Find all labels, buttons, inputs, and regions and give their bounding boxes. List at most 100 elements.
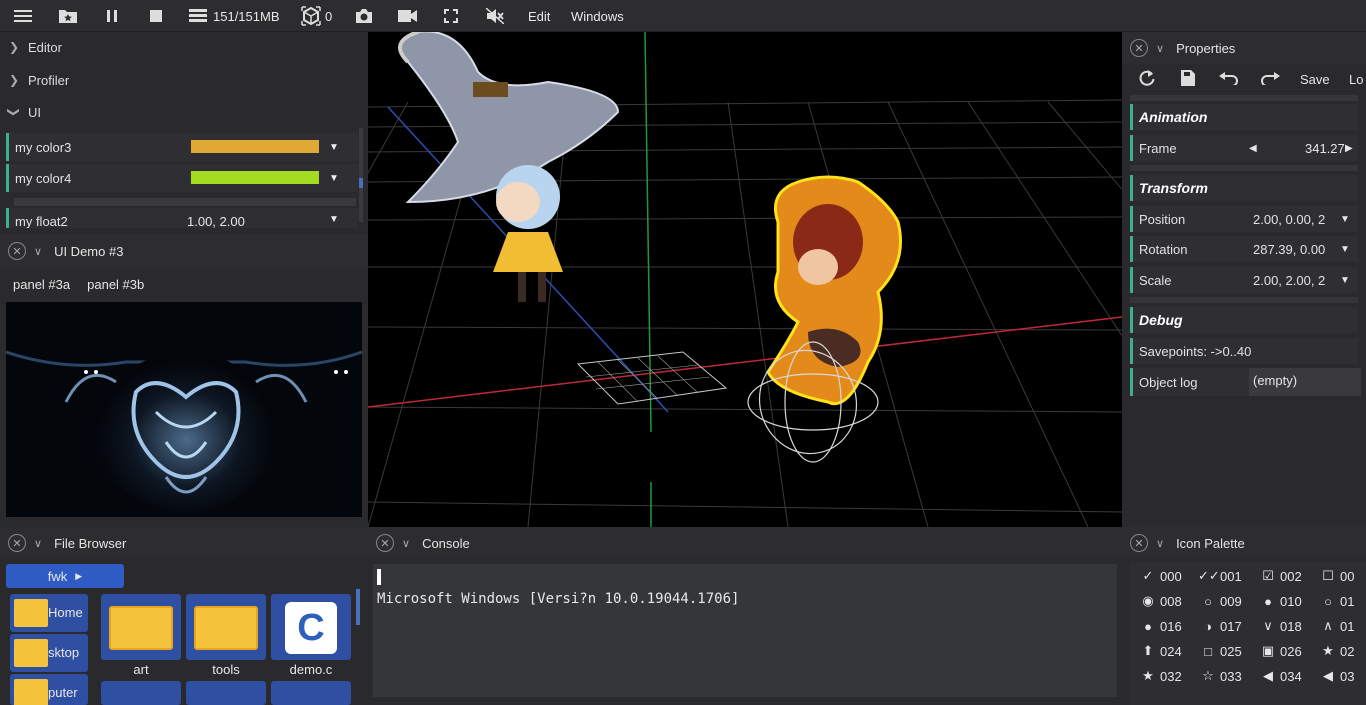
scrollbar[interactable]: [359, 128, 363, 222]
pause-icon[interactable]: [105, 0, 119, 32]
tab-panel-3b[interactable]: panel #3b: [87, 277, 144, 292]
tree-profiler[interactable]: ❯ Profiler: [0, 65, 368, 95]
load-button[interactable]: Lo: [1349, 72, 1363, 87]
palette-item[interactable]: ☐ 00: [1318, 565, 1354, 587]
chevron-down-icon[interactable]: ∨: [34, 537, 42, 550]
palette-item[interactable]: ◀ 034: [1258, 665, 1302, 687]
dropdown-caret-icon[interactable]: ▼: [329, 173, 339, 184]
place-desktop[interactable]: sktop: [10, 634, 88, 672]
close-icon[interactable]: ✕: [376, 534, 394, 552]
console-header: ✕ ∨ Console: [368, 527, 1122, 559]
place-home[interactable]: Home: [10, 594, 88, 632]
folder-star-icon: ★: [1322, 643, 1334, 658]
hamburger-menu-icon[interactable]: [14, 0, 32, 32]
palette-item[interactable]: ☑ 002: [1258, 565, 1302, 587]
dropdown-caret-icon[interactable]: ▼: [329, 142, 339, 153]
file-tools[interactable]: [186, 594, 266, 660]
console-output[interactable]: Microsoft Windows [Versi?n 10.0.19044.17…: [373, 564, 1117, 697]
section-animation[interactable]: Animation: [1130, 104, 1358, 130]
section-transform[interactable]: Transform: [1130, 175, 1358, 201]
palette-item[interactable]: ☆ 033: [1198, 665, 1242, 687]
redo-icon[interactable]: [1260, 71, 1280, 88]
prop-object-log: Object log (empty): [1130, 368, 1361, 396]
chevron-down-icon: ❯: [7, 106, 21, 118]
savepoints-text: Savepoints: ->0..40: [1139, 343, 1252, 359]
tab-panel-3a[interactable]: panel #3a: [13, 277, 70, 292]
palette-item[interactable]: ★ 02: [1318, 640, 1354, 662]
file-art[interactable]: [101, 594, 181, 660]
folder-outline-icon: □: [1204, 643, 1212, 659]
edit-menu[interactable]: Edit: [528, 0, 550, 32]
palette-item[interactable]: ✓ 000: [1138, 565, 1182, 587]
palette-item[interactable]: □ 025: [1198, 640, 1242, 662]
place-computer[interactable]: puter: [10, 674, 88, 705]
video-camera-icon[interactable]: [398, 0, 418, 32]
close-icon[interactable]: ✕: [8, 242, 26, 260]
divider: [1130, 297, 1358, 303]
file-item[interactable]: [101, 681, 181, 705]
dropdown-caret-icon[interactable]: ▼: [1340, 244, 1350, 255]
prop-label: Scale: [1139, 272, 1172, 288]
object-log-field[interactable]: (empty): [1249, 368, 1361, 396]
prop-value[interactable]: 1.00, 2.00: [187, 214, 245, 228]
section-title: Transform: [1139, 180, 1208, 196]
bookmark-folder-icon[interactable]: [58, 0, 78, 32]
camera-icon[interactable]: [355, 0, 373, 32]
dropdown-caret-icon[interactable]: ▼: [1340, 214, 1350, 225]
palette-item[interactable]: ○ 009: [1198, 590, 1242, 612]
mute-icon[interactable]: [486, 0, 504, 32]
undo-icon[interactable]: [1219, 71, 1239, 88]
close-icon[interactable]: ✕: [1130, 39, 1148, 57]
palette-item[interactable]: ● 016: [1138, 615, 1182, 637]
chevron-down-icon[interactable]: ∨: [1156, 42, 1164, 55]
prop-value[interactable]: 2.00, 2.00, 2: [1253, 273, 1335, 288]
memory-indicator[interactable]: 151/151MB: [189, 0, 280, 32]
palette-item[interactable]: ★ 032: [1138, 665, 1182, 687]
save-button[interactable]: Save: [1300, 72, 1330, 87]
file-item[interactable]: [186, 681, 266, 705]
palette-item[interactable]: ✓✓ 001: [1198, 565, 1242, 587]
save-disk-icon[interactable]: [1180, 69, 1196, 90]
close-icon[interactable]: ✕: [1130, 534, 1148, 552]
path-breadcrumb[interactable]: fwk ▶: [6, 564, 124, 588]
place-label: sktop: [48, 645, 80, 660]
windows-menu[interactable]: Windows: [571, 0, 624, 32]
section-debug[interactable]: Debug: [1130, 307, 1358, 333]
palette-item[interactable]: ⬆ 024: [1138, 640, 1182, 662]
scene-viewport[interactable]: [368, 32, 1122, 527]
volume-high-icon: ◀: [1323, 668, 1333, 683]
palette-item[interactable]: ◉ 008: [1138, 590, 1181, 612]
tree-ui[interactable]: ❯ UI: [0, 98, 368, 126]
file-item[interactable]: [271, 681, 351, 705]
arrow-left-icon[interactable]: ◀: [1249, 143, 1257, 154]
chevron-down-icon[interactable]: ∨: [34, 245, 42, 258]
fullscreen-icon[interactable]: [444, 0, 458, 32]
dropdown-caret-icon[interactable]: ▼: [329, 214, 339, 225]
refresh-icon[interactable]: [1138, 69, 1156, 90]
file-demo-c[interactable]: C: [271, 594, 351, 660]
dropdown-caret-icon[interactable]: ▼: [1340, 275, 1350, 286]
chevron-down-icon[interactable]: ∨: [402, 537, 410, 550]
prop-value[interactable]: 2.00, 0.00, 2: [1253, 212, 1335, 227]
palette-item[interactable]: ◑ 017: [1198, 615, 1242, 637]
objects-indicator[interactable]: 0: [301, 0, 332, 32]
color-swatch[interactable]: [191, 140, 319, 153]
palette-item[interactable]: ∨ 018: [1258, 615, 1301, 637]
check-icon: ✓: [1142, 568, 1154, 583]
palette-item[interactable]: ▣ 026: [1258, 640, 1302, 662]
chevron-down-icon[interactable]: ∨: [1156, 537, 1164, 550]
tree-editor[interactable]: ❯ Editor: [0, 32, 368, 62]
objects-count: 0: [325, 8, 333, 24]
scrollbar[interactable]: [356, 589, 360, 625]
arrow-right-icon[interactable]: ▶: [1345, 143, 1353, 154]
close-icon[interactable]: ✕: [8, 534, 26, 552]
palette-item[interactable]: ◀ 03: [1318, 665, 1354, 687]
stop-icon[interactable]: [149, 0, 163, 32]
upload-icon: ⬆: [1142, 643, 1154, 658]
color-swatch[interactable]: [191, 171, 319, 184]
prop-value[interactable]: 341.27: [1305, 141, 1345, 156]
prop-value[interactable]: 287.39, 0.00: [1253, 242, 1335, 257]
palette-item[interactable]: ∧ 01: [1318, 615, 1354, 637]
palette-item[interactable]: ● 010: [1258, 590, 1302, 612]
palette-item[interactable]: ○ 01: [1318, 590, 1354, 612]
